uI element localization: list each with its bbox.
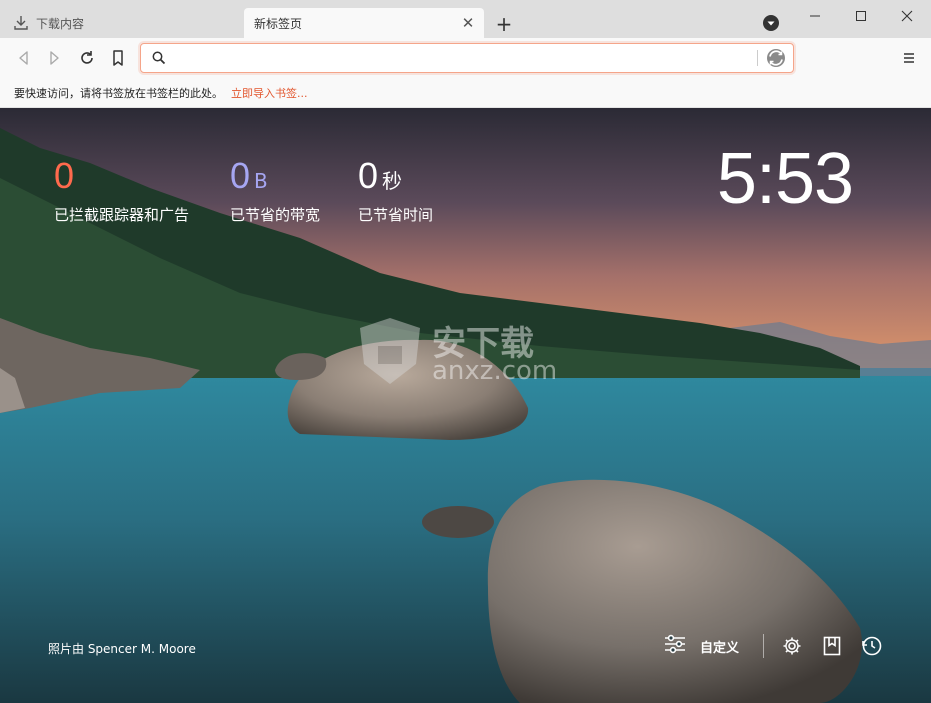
stat-label: 已节省的带宽 (230, 206, 321, 224)
stat-unit: 秒 (382, 169, 403, 193)
new-tab-button[interactable]: + (492, 12, 516, 36)
stat-value: 0 (230, 155, 251, 196)
watermark-subtext: anxz.com (432, 356, 558, 386)
tab-dropdown-icon[interactable] (762, 14, 780, 32)
settings-gear-icon[interactable] (780, 634, 804, 658)
shield-watermark-icon (360, 318, 420, 384)
stat-value: 0 (358, 155, 379, 196)
url-divider (757, 50, 758, 66)
stat-trackers-blocked: 0 已拦截跟踪器和广告 (54, 156, 189, 225)
bookmarks-bar: 要快速访问，请将书签放在书签栏的此处。 立即导入书签... (0, 78, 931, 108)
minimize-button[interactable] (792, 0, 838, 32)
stat-label: 已拦截跟踪器和广告 (54, 206, 190, 224)
new-tab-page: 安下载 anxz.com 0 已拦截跟踪器和广告 0B 已节省的带宽 0秒 已节… (0, 108, 931, 703)
bookmarks-hint: 要快速访问，请将书签放在书签栏的此处。 (14, 86, 223, 100)
tab-new-tab[interactable]: 新标签页 ✕ (244, 8, 484, 38)
watermark: 安下载 anxz.com (356, 316, 576, 398)
clock: 5:53 (716, 139, 854, 219)
divider (763, 634, 765, 658)
search-icon (151, 50, 167, 66)
sliders-icon (664, 634, 686, 658)
photo-credit: 照片由 Spencer M. Moore (48, 642, 196, 656)
stat-unit: B (254, 169, 268, 193)
bottom-controls: 自定义 (664, 630, 900, 662)
tab-downloads[interactable]: 下载内容 (0, 8, 243, 38)
stat-time-saved: 0秒 已节省时间 (358, 156, 433, 225)
reload-button[interactable] (75, 46, 99, 70)
tab-strip: 下载内容 新标签页 ✕ + (0, 0, 931, 38)
stat-label: 已节省时间 (358, 206, 434, 224)
customize-label: 自定义 (700, 640, 740, 656)
brave-shields-icon[interactable] (765, 47, 787, 69)
search-input[interactable] (173, 48, 757, 70)
maximize-button[interactable] (838, 0, 884, 32)
stat-bandwidth-saved: 0B 已节省的带宽 (230, 156, 320, 225)
bookmark-button[interactable] (106, 46, 130, 70)
history-icon[interactable] (860, 634, 884, 658)
close-tab-icon[interactable]: ✕ (458, 13, 478, 33)
toolbar (0, 38, 931, 78)
import-bookmarks-link[interactable]: 立即导入书签... (231, 85, 308, 101)
close-window-button[interactable] (884, 0, 930, 32)
bookmarks-icon[interactable] (820, 634, 844, 658)
menu-icon[interactable] (898, 46, 920, 70)
tab-label: 新标签页 (254, 16, 303, 31)
back-button[interactable] (12, 46, 36, 70)
stat-value: 0 (54, 155, 75, 196)
tab-label: 下载内容 (36, 16, 85, 31)
address-bar[interactable] (140, 43, 794, 73)
forward-button[interactable] (42, 46, 66, 70)
download-icon (12, 14, 30, 32)
customize-button[interactable]: 自定义 (664, 634, 739, 658)
